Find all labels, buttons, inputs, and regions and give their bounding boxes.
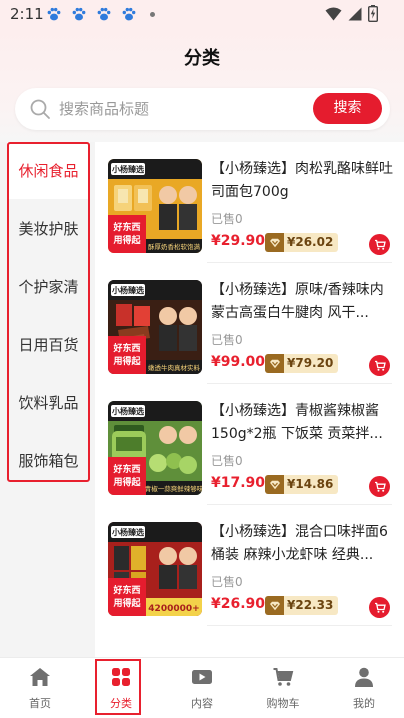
battery-icon [368, 5, 378, 22]
product-price: ¥29.90 [211, 233, 266, 249]
sidebar-item-personal-care[interactable]: 个护家清 [7, 258, 90, 315]
product-title[interactable]: 【小杨臻选】肉松乳酪味鲜吐司面包700g [211, 158, 393, 204]
product-image-caption: 嫩透牛肉真材实料 [148, 363, 201, 372]
member-price-tag: ¥26.02 [265, 233, 339, 252]
cart-icon [374, 360, 386, 371]
member-price: ¥26.02 [284, 233, 339, 252]
search-input[interactable] [59, 94, 309, 124]
cart-icon [374, 602, 386, 613]
tab-cart[interactable]: 购物车 [243, 658, 323, 718]
tab-content-label: 内容 [191, 697, 213, 710]
wifi-icon [325, 7, 342, 20]
paw-notification-icon [47, 7, 61, 21]
page-title: 分类 [184, 48, 220, 69]
tab-category-label: 分类 [110, 697, 132, 710]
cart-icon [374, 481, 386, 492]
add-to-cart-button[interactable] [369, 476, 390, 497]
brand-logo-text: 小杨臻选 [111, 406, 144, 416]
product-price: ¥26.90 [211, 596, 266, 612]
divider [207, 625, 392, 626]
signal-icon [348, 7, 362, 20]
sidebar-item-apparel[interactable]: 服饰箱包 [7, 432, 90, 489]
tab-home-label: 首页 [29, 697, 51, 710]
promo-badge-line1: 好东西 [112, 221, 140, 233]
tab-cart-label: 购物车 [266, 697, 300, 710]
promo-badge-line2: 用得起 [112, 355, 141, 367]
paw-notification-icon [122, 7, 136, 21]
cart-icon [374, 239, 386, 250]
tab-profile[interactable]: 我的 [324, 658, 404, 718]
more-notifications-dot [150, 11, 155, 17]
product-list: 小杨臻选 好东西 用得起 酥厚奶香松软饱满 【小杨臻选】肉松乳酪味鲜吐司面包70… [95, 142, 404, 657]
member-badge-icon [265, 233, 284, 252]
product-card[interactable]: 小杨臻选 好东西 用得起 嫩透牛肉真材实料 【小杨臻选】原味/香辣味内蒙古高蛋白… [95, 263, 404, 384]
product-card[interactable]: 小杨臻选 好东西 用得起 青椒一蒜爽鲜辣够味 【小杨臻选】青椒酱辣椒酱150g*… [95, 384, 404, 505]
member-price-tag: ¥22.33 [265, 596, 339, 615]
member-price: ¥22.33 [284, 596, 339, 615]
tab-category[interactable]: 分类 [81, 658, 161, 718]
category-sidebar: 休闲食品 美妆护肤 个护家清 日用百货 饮料乳品 服饰箱包 [0, 142, 95, 657]
system-status-icons [325, 5, 378, 22]
promo-badge-line2: 用得起 [112, 234, 141, 246]
product-image-caption: 酥厚奶香松软饱满 [148, 242, 201, 251]
paw-notification-icon [97, 7, 111, 21]
product-image-caption: 青椒一蒜爽鲜辣够味 [145, 484, 202, 493]
cart-icon [273, 668, 294, 686]
member-price-tag: ¥79.20 [265, 354, 339, 373]
home-icon [30, 668, 50, 686]
video-play-icon [192, 670, 212, 684]
header: 分类 搜索 [0, 28, 404, 142]
member-price: ¥14.86 [284, 475, 339, 494]
sidebar-item-beverages[interactable]: 饮料乳品 [7, 374, 90, 431]
bottom-tab-bar: 首页 分类 内容 购物车 我的 [0, 657, 404, 718]
sold-count: 已售0 [211, 212, 243, 226]
sidebar-item-snacks[interactable]: 休闲食品 [7, 142, 90, 199]
product-image[interactable]: 小杨臻选 好东西 用得起 嫩透牛肉真材实料 [108, 280, 202, 374]
paw-notification-icon [72, 7, 86, 21]
member-badge-icon [265, 354, 284, 373]
sidebar-item-daily-goods[interactable]: 日用百货 [7, 316, 90, 373]
person-icon [355, 667, 373, 687]
add-to-cart-button[interactable] [369, 597, 390, 618]
sold-count: 已售0 [211, 454, 243, 468]
product-price: ¥17.90 [211, 475, 266, 491]
tab-content[interactable]: 内容 [162, 658, 242, 718]
promo-badge-line1: 好东西 [112, 342, 140, 354]
search-icon [30, 99, 50, 119]
category-grid-icon [112, 668, 130, 686]
member-price-tag: ¥14.86 [265, 475, 339, 494]
sold-count: 已售0 [211, 575, 243, 589]
tab-home[interactable]: 首页 [0, 658, 80, 718]
notification-icons [46, 6, 155, 22]
product-price: ¥99.00 [211, 354, 266, 370]
promo-badge-line2: 用得起 [112, 597, 141, 609]
promo-badge-line1: 好东西 [112, 584, 140, 596]
search-button[interactable]: 搜索 [313, 93, 382, 124]
add-to-cart-button[interactable] [369, 234, 390, 255]
tab-profile-label: 我的 [353, 697, 375, 710]
product-title[interactable]: 【小杨臻选】青椒酱辣椒酱150g*2瓶 下饭菜 贡菜拌... [211, 400, 393, 446]
product-title[interactable]: 【小杨臻选】原味/香辣味内蒙古高蛋白牛腱肉 风干... [211, 279, 393, 325]
product-image[interactable]: 小杨臻选 好东西 用得起 4200000+ [108, 522, 202, 616]
promo-badge-line2: 用得起 [112, 476, 141, 488]
product-image[interactable]: 小杨臻选 好东西 用得起 青椒一蒜爽鲜辣够味 [108, 401, 202, 495]
brand-logo-text: 小杨臻选 [111, 527, 144, 537]
add-to-cart-button[interactable] [369, 355, 390, 376]
sold-count: 已售0 [211, 333, 243, 347]
product-image[interactable]: 小杨臻选 好东西 用得起 酥厚奶香松软饱满 [108, 159, 202, 253]
product-image-caption: 4200000+ [148, 604, 199, 614]
brand-logo-text: 小杨臻选 [111, 285, 144, 295]
brand-logo-text: 小杨臻选 [111, 164, 144, 174]
member-price: ¥79.20 [284, 354, 339, 373]
status-bar: 2:11 [0, 0, 404, 28]
promo-badge-line1: 好东西 [112, 463, 140, 475]
product-card[interactable]: 小杨臻选 好东西 用得起 酥厚奶香松软饱满 【小杨臻选】肉松乳酪味鲜吐司面包70… [95, 142, 404, 263]
member-badge-icon [265, 475, 284, 494]
sidebar-item-beauty[interactable]: 美妆护肤 [7, 200, 90, 257]
product-title[interactable]: 【小杨臻选】混合口味拌面6桶装 麻辣小龙虾味 经典... [211, 521, 393, 567]
status-time: 2:11 [10, 5, 44, 23]
product-card[interactable]: 小杨臻选 好东西 用得起 4200000+ 【小杨臻选】混合口味拌面6桶装 麻辣… [95, 505, 404, 626]
search-bar[interactable]: 搜索 [15, 88, 390, 130]
member-badge-icon [265, 596, 284, 615]
